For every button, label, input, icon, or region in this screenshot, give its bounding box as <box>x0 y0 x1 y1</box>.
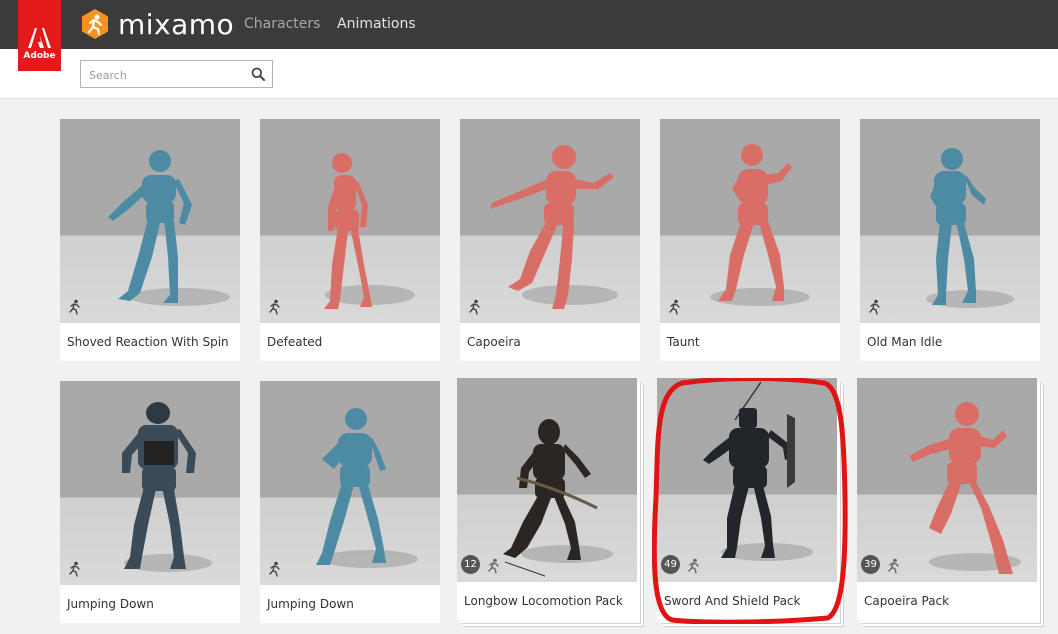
animation-title: Old Man Idle <box>867 335 943 349</box>
mixamo-logo-icon <box>82 9 108 39</box>
running-figure-icon <box>269 299 280 315</box>
pack-count-badge: 39 <box>861 555 880 574</box>
running-figure-icon <box>269 561 280 577</box>
brand-name: mixamo <box>118 7 235 41</box>
animation-title: Shoved Reaction With Spin <box>67 335 229 349</box>
adobe-logo[interactable]: Adobe <box>18 0 61 71</box>
running-figure-icon <box>688 558 699 574</box>
character-preview <box>324 153 415 309</box>
animation-thumbnail <box>460 119 640 323</box>
character-preview <box>503 419 613 577</box>
animation-thumbnail: 39 <box>857 378 1037 582</box>
animation-title: Jumping Down <box>67 597 154 611</box>
character-preview <box>926 148 1014 308</box>
pack-card-capoeira[interactable]: 39 Capoeira Pack <box>857 378 1037 620</box>
character-preview <box>909 402 1021 574</box>
animation-card-taunt[interactable]: Taunt <box>660 119 840 361</box>
search-input[interactable] <box>89 66 239 84</box>
character-preview <box>710 144 810 306</box>
animation-title: Jumping Down <box>267 597 354 611</box>
character-preview <box>703 381 813 561</box>
pack-card-sword-and-shield[interactable]: 49 Sword And Shield Pack <box>657 378 837 620</box>
running-figure-icon <box>69 561 80 577</box>
animation-card-jumping-down-soldier[interactable]: Jumping Down <box>60 381 240 623</box>
nav-characters[interactable]: Characters <box>244 16 320 32</box>
pack-count-badge: 49 <box>661 555 680 574</box>
animation-title: Defeated <box>267 335 323 349</box>
animation-thumbnail <box>860 119 1040 323</box>
adobe-label: Adobe <box>23 51 56 61</box>
running-figure-icon <box>869 299 880 315</box>
animation-thumbnail <box>60 381 240 585</box>
animation-thumbnail <box>260 381 440 585</box>
running-figure-icon <box>469 299 480 315</box>
nav-animations[interactable]: Animations <box>337 16 416 32</box>
running-figure-icon <box>888 558 899 574</box>
pack-card-longbow-locomotion[interactable]: 12 Longbow Locomotion Pack <box>457 378 637 620</box>
animation-thumbnail <box>660 119 840 323</box>
animation-card-shoved-reaction-with-spin[interactable]: Shoved Reaction With Spin <box>60 119 240 361</box>
animation-card-defeated[interactable]: Defeated <box>260 119 440 361</box>
animation-thumbnail: 12 <box>457 378 637 582</box>
character-preview <box>108 150 230 306</box>
animation-card-jumping-down[interactable]: Jumping Down <box>260 381 440 623</box>
running-figure-icon <box>69 299 80 315</box>
adobe-a-icon <box>28 28 51 48</box>
pack-title: Longbow Locomotion Pack <box>464 594 623 608</box>
animation-thumbnail <box>260 119 440 323</box>
pack-count-badge: 12 <box>461 555 480 574</box>
character-preview <box>122 402 212 572</box>
animation-card-old-man-idle[interactable]: Old Man Idle <box>860 119 1040 361</box>
pack-title: Capoeira Pack <box>864 594 950 608</box>
search-box[interactable] <box>80 60 273 88</box>
mixamo-brand[interactable]: mixamo <box>80 6 234 42</box>
running-figure-icon <box>669 299 680 315</box>
character-preview <box>490 145 618 309</box>
search-icon[interactable] <box>251 67 265 81</box>
pack-title: Sword And Shield Pack <box>664 594 801 608</box>
animation-thumbnail <box>60 119 240 323</box>
character-preview <box>316 408 418 568</box>
animation-title: Capoeira <box>467 335 521 349</box>
animation-thumbnail: 49 <box>657 378 837 582</box>
animation-card-capoeira[interactable]: Capoeira <box>460 119 640 361</box>
running-figure-icon <box>488 558 499 574</box>
animation-title: Taunt <box>667 335 700 349</box>
